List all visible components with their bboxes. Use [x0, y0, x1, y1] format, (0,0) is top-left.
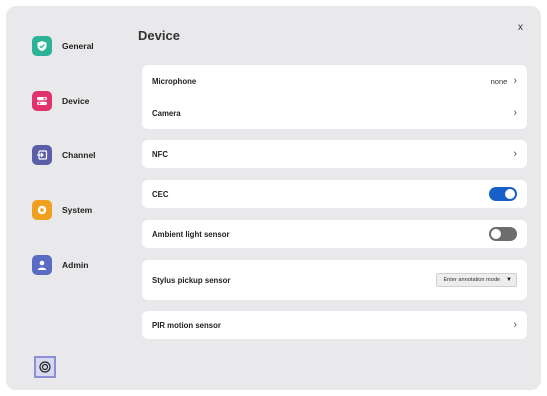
sidebar-item-admin[interactable]: Admin [32, 254, 88, 276]
sidebar-item-system[interactable]: System [32, 199, 92, 221]
close-button[interactable]: x [518, 22, 523, 33]
microphone-value: none [490, 76, 508, 86]
pir-row[interactable]: PIR motion sensor › [142, 311, 527, 339]
dropdown-arrow-icon: ▼ [506, 277, 512, 283]
ambient-toggle[interactable] [489, 227, 517, 241]
ambient-label: Ambient light sensor [152, 229, 230, 239]
nfc-row[interactable]: NFC › [142, 140, 527, 168]
nfc-label: NFC [152, 149, 169, 159]
person-icon [32, 255, 52, 275]
chevron-right-icon: › [513, 318, 517, 331]
shield-check-icon [32, 36, 52, 56]
sidebar: General Device Channel System Admin [6, 6, 130, 390]
toggle-knob [505, 189, 515, 199]
sidebar-item-label: System [62, 205, 93, 215]
stylus-mode-select[interactable]: Enter annotation mode ▼ [436, 273, 517, 287]
stylus-row: Stylus pickup sensor Enter annotation mo… [142, 260, 527, 300]
settings-button[interactable] [34, 356, 56, 378]
nfc-card: NFC › [142, 140, 527, 168]
input-icon [32, 145, 52, 165]
sidebar-item-label: Channel [62, 150, 96, 160]
stylus-mode-value: Enter annotation mode [443, 277, 501, 283]
cec-label: CEC [152, 189, 169, 199]
chevron-right-icon: › [513, 106, 517, 119]
sidebar-item-label: General [62, 41, 94, 51]
chevron-right-icon: › [513, 74, 517, 87]
cec-row: CEC [142, 180, 527, 208]
settings-window: General Device Channel System Admin Devi… [6, 6, 541, 390]
sidebar-item-general[interactable]: General [32, 35, 94, 57]
camera-row[interactable]: Camera › [142, 97, 527, 129]
ambient-row: Ambient light sensor [142, 220, 527, 248]
microphone-row[interactable]: Microphone none › [142, 65, 527, 97]
sidebar-item-device[interactable]: Device [32, 90, 89, 112]
toggle-knob [491, 229, 501, 239]
stylus-label: Stylus pickup sensor [152, 275, 231, 285]
settings-icon [39, 361, 51, 373]
pir-card: PIR motion sensor › [142, 311, 527, 339]
toggles-icon [32, 91, 52, 111]
sidebar-item-label: Device [62, 96, 90, 106]
camera-label: Camera [152, 108, 181, 118]
sidebar-item-channel[interactable]: Channel [32, 144, 96, 166]
media-card: Microphone none › Camera › [142, 65, 527, 129]
gear-icon [32, 200, 52, 220]
microphone-label: Microphone [152, 76, 197, 86]
cec-toggle[interactable] [489, 187, 517, 201]
stylus-card: Stylus pickup sensor Enter annotation mo… [142, 260, 527, 300]
chevron-right-icon: › [513, 147, 517, 160]
cec-card: CEC [142, 180, 527, 208]
sidebar-item-label: Admin [62, 260, 89, 270]
ambient-card: Ambient light sensor [142, 220, 527, 248]
page-title: Device [138, 28, 180, 43]
pir-label: PIR motion sensor [152, 320, 221, 330]
